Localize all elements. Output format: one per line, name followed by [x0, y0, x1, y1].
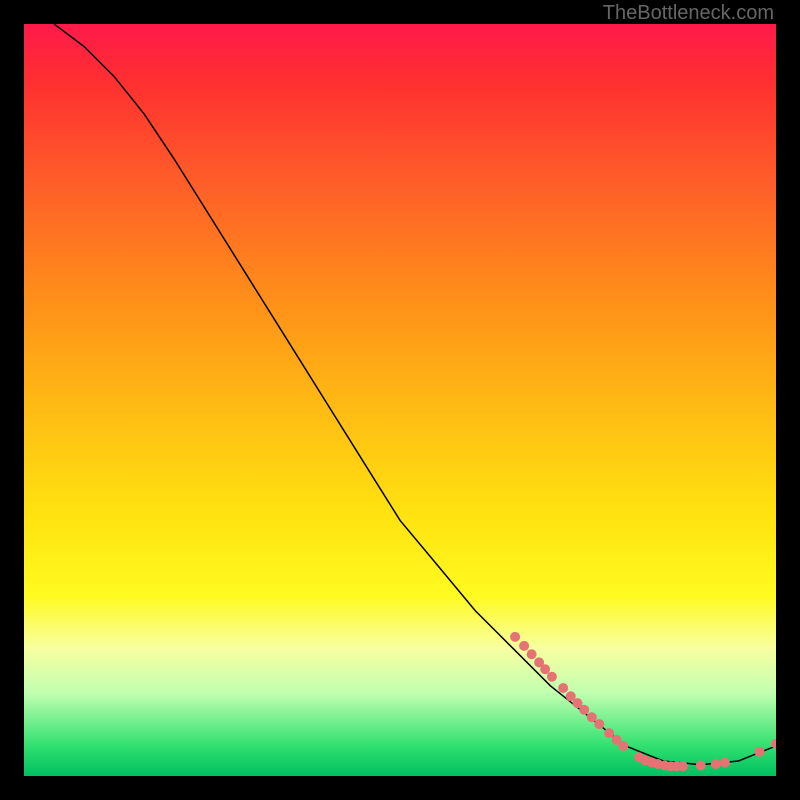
chart-marker: [547, 672, 557, 682]
chart-marker: [519, 641, 529, 651]
chart-marker: [618, 741, 628, 751]
chart-marker: [755, 747, 765, 757]
watermark-text: TheBottleneck.com: [603, 2, 774, 25]
chart-marker: [558, 683, 568, 693]
chart-plot-area: [24, 24, 776, 776]
chart-markers: [510, 632, 776, 771]
chart-marker: [720, 758, 730, 768]
chart-marker: [604, 728, 614, 738]
chart-marker: [678, 761, 688, 771]
chart-curve: [54, 24, 776, 765]
chart-marker: [696, 761, 706, 771]
chart-marker: [587, 712, 597, 722]
chart-marker: [579, 705, 589, 715]
chart-marker: [527, 649, 537, 659]
chart-svg: [24, 24, 776, 776]
chart-marker: [594, 719, 604, 729]
chart-marker: [540, 664, 550, 674]
chart-marker: [510, 632, 520, 642]
chart-marker: [711, 759, 721, 769]
